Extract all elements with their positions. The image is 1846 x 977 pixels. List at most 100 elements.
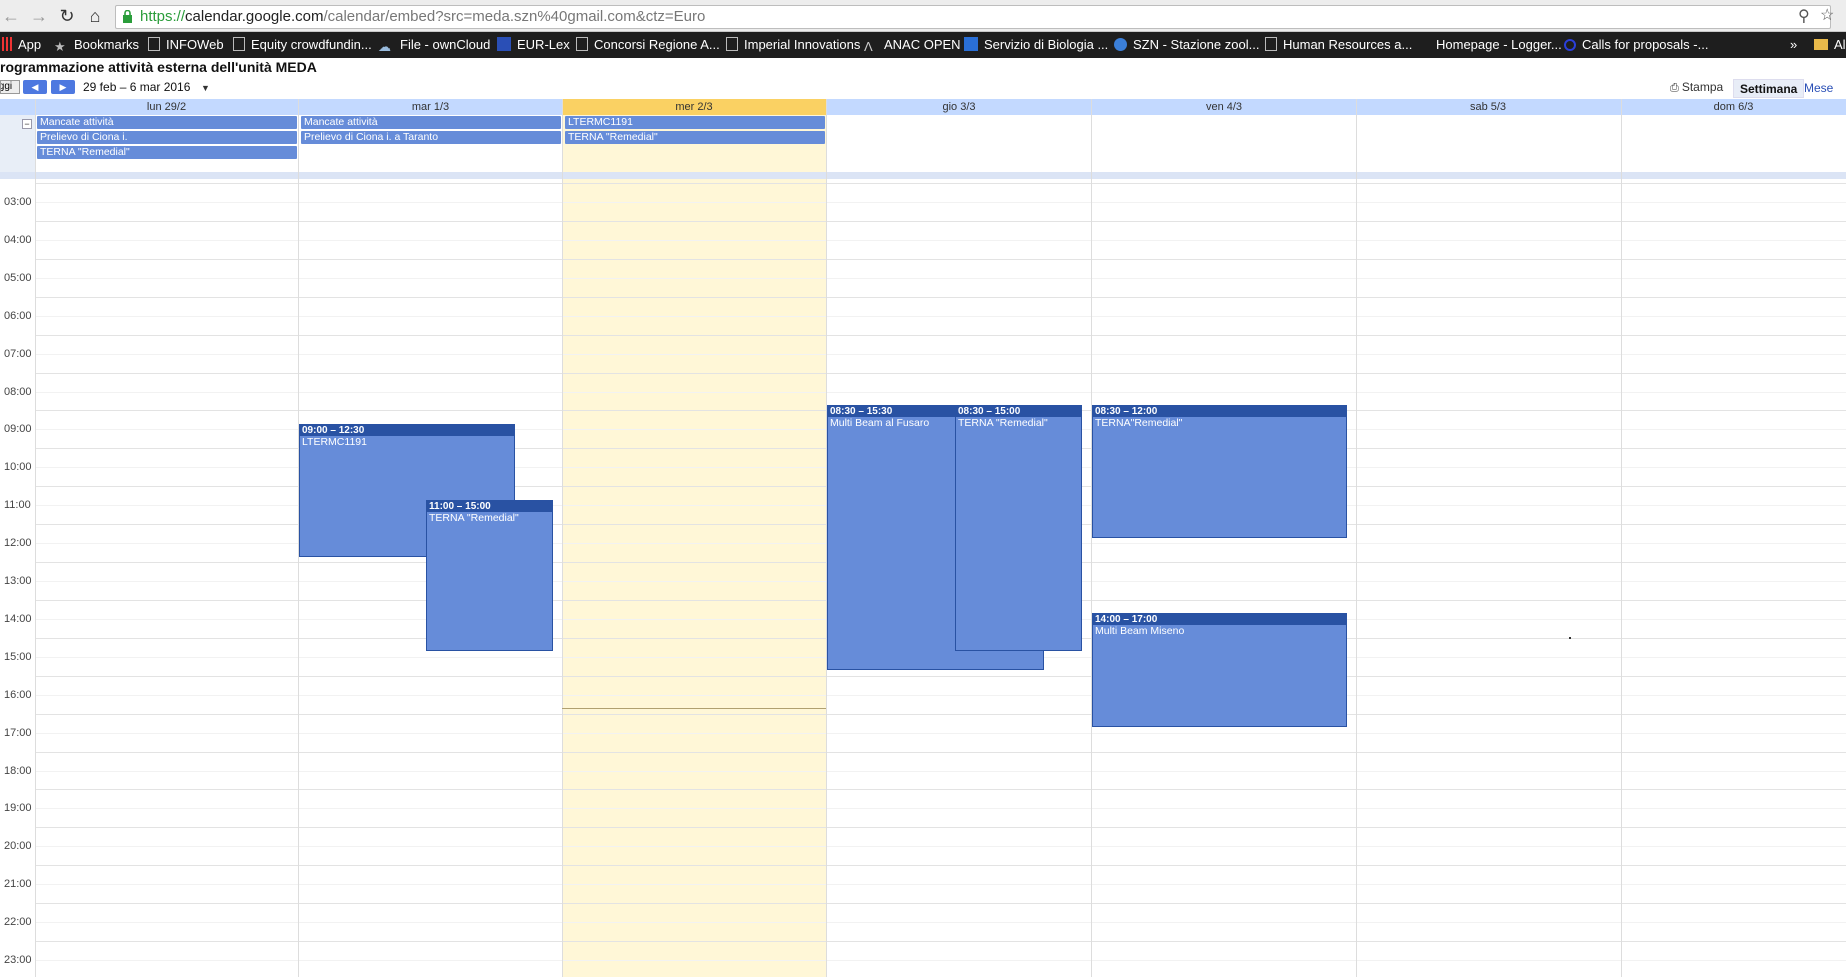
- bookmark-equity[interactable]: Equity crowdfundin...: [233, 36, 372, 54]
- hour-label: 04:00: [4, 234, 32, 246]
- zoom-icon[interactable]: ⚲: [1798, 6, 1810, 26]
- back-icon[interactable]: ←: [0, 5, 22, 27]
- address-bar[interactable]: https://calendar.google.com/calendar/emb…: [115, 5, 1831, 29]
- allday-event[interactable]: Prelievo di Ciona i.: [37, 131, 297, 144]
- allday-event[interactable]: Mancate attività: [37, 116, 297, 129]
- cloud-icon: ☁: [378, 39, 391, 54]
- hour-gridline: [35, 827, 1846, 828]
- all-day-separator: [0, 172, 1846, 179]
- szn-logo-icon: [1114, 38, 1127, 51]
- folder-icon: [1814, 39, 1828, 50]
- bookmark-logger[interactable]: Homepage - Logger...: [1416, 36, 1562, 54]
- half-hour-gridline: [35, 278, 1846, 279]
- bookmark-bookmarks[interactable]: ★ Bookmarks: [54, 36, 139, 54]
- day-header-fri[interactable]: ven 4/3: [1092, 99, 1356, 115]
- home-icon[interactable]: ⌂: [84, 5, 106, 27]
- event-time: 09:00 – 12:30: [300, 425, 514, 436]
- hour-label: 09:00: [4, 423, 32, 435]
- half-hour-gridline: [35, 695, 1846, 696]
- hour-label: 03:00: [4, 196, 32, 208]
- bookmark-imperial[interactable]: Imperial Innovations: [726, 36, 860, 54]
- print-button[interactable]: ⎙ Stampa: [1670, 80, 1723, 95]
- day-header-thu[interactable]: gio 3/3: [827, 99, 1091, 115]
- url-host: calendar.google.com: [185, 8, 324, 25]
- bookmark-anac[interactable]: Λ ANAC OPEN: [864, 36, 961, 54]
- calendar-title: rogrammazione attività esterna dell'unit…: [0, 59, 317, 75]
- day-header-mon[interactable]: lun 29/2: [35, 99, 298, 115]
- hour-label: 06:00: [4, 310, 32, 322]
- bookmarks-bar: App ★ Bookmarks INFOWeb Equity crowdfundi…: [0, 32, 1846, 58]
- bookmarks-overflow[interactable]: »: [1790, 36, 1797, 54]
- hour-gridline: [35, 259, 1846, 260]
- day-header-tue[interactable]: mar 1/3: [299, 99, 562, 115]
- column-divider: [1356, 99, 1357, 977]
- star-icon[interactable]: ☆: [1820, 5, 1834, 25]
- globe-icon: [1564, 39, 1576, 51]
- bookmark-hr[interactable]: Human Resources a...: [1265, 36, 1412, 54]
- event-title: Multi Beam Miseno: [1095, 625, 1185, 637]
- hour-gridline: [35, 676, 1846, 677]
- event-multi-beam-miseno[interactable]: 14:00 – 17:00 Multi Beam Miseno: [1092, 613, 1347, 727]
- hour-label: 21:00: [4, 878, 32, 890]
- event-title: TERNA "Remedial": [429, 512, 519, 524]
- bookmark-concorsi[interactable]: Concorsi Regione A...: [576, 36, 720, 54]
- hour-label: 07:00: [4, 348, 32, 360]
- half-hour-gridline: [35, 846, 1846, 847]
- half-hour-gridline: [35, 316, 1846, 317]
- event-terna-remedial-fri[interactable]: 08:30 – 12:00 TERNA"Remedial": [1092, 405, 1347, 538]
- event-time: 11:00 – 15:00: [427, 501, 552, 512]
- hour-label: 10:00: [4, 461, 32, 473]
- date-range: 29 feb – 6 mar 2016: [83, 80, 191, 94]
- half-hour-gridline: [35, 354, 1846, 355]
- bookmark-calls[interactable]: Calls for proposals -...: [1564, 36, 1708, 54]
- reload-icon[interactable]: ↻: [56, 5, 78, 27]
- day-header-sun[interactable]: dom 6/3: [1621, 99, 1846, 115]
- prev-week-button[interactable]: ◀: [23, 80, 47, 94]
- page-icon: [233, 37, 245, 51]
- bookmark-servizio[interactable]: Servizio di Biologia ...: [964, 36, 1108, 54]
- event-terna-remedial-thu[interactable]: 08:30 – 15:00 TERNA "Remedial": [955, 405, 1082, 651]
- half-hour-gridline: [35, 771, 1846, 772]
- bookmark-apps[interactable]: App: [2, 36, 41, 54]
- logger-icon: [1416, 37, 1430, 51]
- hour-label: 11:00: [4, 499, 31, 511]
- day-header-sat[interactable]: sab 5/3: [1356, 99, 1620, 115]
- bookmark-szn[interactable]: SZN - Stazione zool...: [1114, 36, 1259, 54]
- tab-week[interactable]: Settimana: [1733, 79, 1805, 98]
- stray-dot: [1569, 637, 1571, 639]
- half-hour-gridline: [35, 392, 1846, 393]
- hour-label: 20:00: [4, 840, 32, 852]
- forward-icon[interactable]: →: [28, 5, 50, 27]
- hour-gridline: [35, 789, 1846, 790]
- page-icon: [1265, 37, 1277, 51]
- collapse-icon[interactable]: −: [22, 119, 32, 129]
- day-header-wed[interactable]: mer 2/3: [562, 99, 826, 115]
- hour-label: 05:00: [4, 272, 32, 284]
- hour-label: 22:00: [4, 916, 32, 928]
- date-dropdown-icon[interactable]: ▼: [201, 83, 210, 93]
- half-hour-gridline: [35, 733, 1846, 734]
- bookmark-all[interactable]: Al: [1814, 36, 1846, 54]
- bookmark-owncloud[interactable]: ☁ File - ownCloud: [378, 36, 490, 54]
- bookmark-infoweb[interactable]: INFOWeb: [148, 36, 224, 54]
- page-icon: [726, 37, 738, 51]
- hour-gridline: [35, 373, 1846, 374]
- next-week-button[interactable]: ▶: [51, 80, 75, 94]
- allday-event[interactable]: Prelievo di Ciona i. a Taranto: [301, 131, 561, 144]
- allday-event[interactable]: TERNA "Remedial": [565, 131, 825, 144]
- hour-gridline: [35, 865, 1846, 866]
- event-terna-remedial-tue[interactable]: 11:00 – 15:00 TERNA "Remedial": [426, 500, 553, 651]
- bookmark-eurlex[interactable]: EUR-Lex: [497, 36, 570, 54]
- event-title: LTERMC1191: [302, 436, 367, 448]
- today-button[interactable]: Oggi: [0, 80, 20, 94]
- allday-event[interactable]: Mancate attività: [301, 116, 561, 129]
- allday-event[interactable]: LTERMC1191: [565, 116, 825, 129]
- column-divider: [35, 99, 36, 977]
- current-time-line: [562, 708, 826, 709]
- allday-event[interactable]: TERNA "Remedial": [37, 146, 297, 159]
- page-icon: [148, 37, 160, 51]
- event-title: TERNA "Remedial": [958, 417, 1048, 429]
- tab-month[interactable]: Mese: [1798, 79, 1839, 98]
- hour-gridline: [35, 221, 1846, 222]
- hour-label: 19:00: [4, 802, 32, 814]
